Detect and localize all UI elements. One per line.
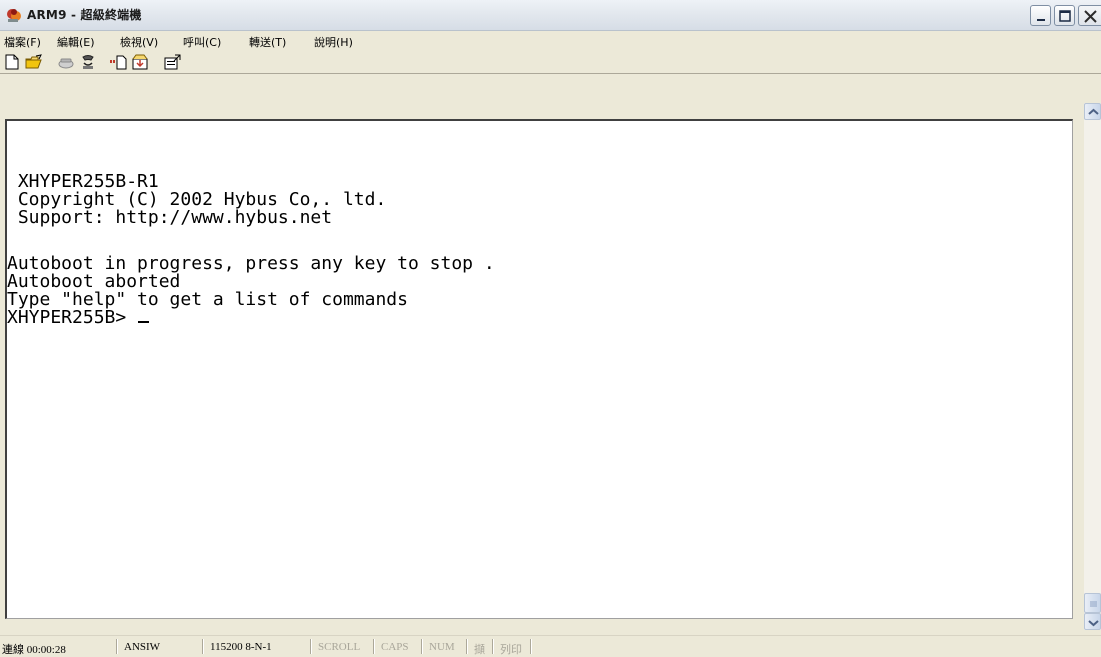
num-lock-indicator: NUM bbox=[429, 641, 455, 653]
status-divider bbox=[466, 639, 468, 654]
receive-file-icon[interactable] bbox=[130, 53, 150, 71]
close-icon bbox=[1084, 10, 1097, 23]
text-cursor bbox=[138, 321, 150, 323]
print-echo-indicator: 列印 bbox=[500, 644, 522, 656]
toolbar bbox=[0, 51, 1101, 74]
new-document-icon[interactable] bbox=[2, 53, 22, 71]
status-divider bbox=[373, 639, 375, 654]
terminal-prompt-line: XHYPER255B> bbox=[7, 307, 150, 328]
open-folder-icon[interactable] bbox=[24, 53, 44, 71]
grip-icon bbox=[1090, 601, 1097, 607]
menu-edit[interactable]: 編輯(E) bbox=[57, 34, 95, 50]
minimize-icon bbox=[1037, 19, 1045, 21]
hyperterminal-window: ARM9 - 超級終端機 檔案(F) 編輯(E) 檢視(V) 呼叫(C) 轉送(… bbox=[0, 0, 1101, 657]
status-divider bbox=[202, 639, 204, 654]
capture-indicator: 擷 bbox=[474, 644, 485, 656]
minimize-button[interactable] bbox=[1030, 5, 1051, 26]
caps-lock-indicator: CAPS bbox=[381, 641, 409, 653]
close-button[interactable] bbox=[1078, 5, 1101, 26]
status-divider bbox=[310, 639, 312, 654]
connection-timer: 連線 00:00:28 bbox=[2, 644, 66, 656]
menu-help[interactable]: 說明(H) bbox=[314, 34, 353, 50]
chevron-up-icon bbox=[1088, 108, 1099, 115]
scroll-up-button[interactable] bbox=[1084, 103, 1101, 120]
hang-up-icon[interactable] bbox=[78, 53, 98, 71]
menu-file[interactable]: 檔案(F) bbox=[4, 34, 41, 50]
send-file-icon[interactable] bbox=[108, 53, 128, 71]
maximize-icon bbox=[1059, 10, 1071, 22]
properties-icon[interactable] bbox=[162, 53, 182, 71]
menu-call[interactable]: 呼叫(C) bbox=[183, 34, 221, 50]
menu-transfer[interactable]: 轉送(T) bbox=[249, 34, 286, 50]
window-title: ARM9 - 超級終端機 bbox=[27, 8, 142, 22]
chevron-down-icon bbox=[1088, 620, 1099, 627]
scroll-down-button[interactable] bbox=[1084, 613, 1101, 630]
scroll-thumb[interactable] bbox=[1084, 593, 1101, 613]
status-divider bbox=[492, 639, 494, 654]
emulation-type: ANSIW bbox=[124, 641, 161, 653]
call-phone-icon[interactable] bbox=[56, 53, 76, 71]
terminal-prompt: XHYPER255B> bbox=[7, 307, 138, 328]
status-divider bbox=[116, 639, 118, 654]
title-bar[interactable]: ARM9 - 超級終端機 bbox=[0, 0, 1101, 31]
menu-bar: 檔案(F) 編輯(E) 檢視(V) 呼叫(C) 轉送(T) 說明(H) bbox=[0, 31, 1101, 51]
status-divider bbox=[530, 639, 532, 654]
terminal-line: Support: http://www.hybus.net bbox=[7, 207, 333, 228]
status-bar: 連線 00:00:28 ANSIW 115200 8-N-1 SCROLL CA… bbox=[0, 635, 1101, 657]
menu-view[interactable]: 檢視(V) bbox=[120, 34, 158, 50]
scroll-lock-indicator: SCROLL bbox=[318, 641, 361, 653]
vertical-scrollbar[interactable] bbox=[1084, 103, 1101, 630]
terminal-frame: XHYPER255B-R1 Copyright (C) 2002 Hybus C… bbox=[0, 103, 1083, 627]
maximize-button[interactable] bbox=[1054, 5, 1075, 26]
terminal-screen[interactable]: XHYPER255B-R1 Copyright (C) 2002 Hybus C… bbox=[5, 119, 1073, 619]
port-settings: 115200 8-N-1 bbox=[210, 641, 272, 653]
hyperterminal-app-icon bbox=[7, 9, 21, 22]
status-divider bbox=[421, 639, 423, 654]
